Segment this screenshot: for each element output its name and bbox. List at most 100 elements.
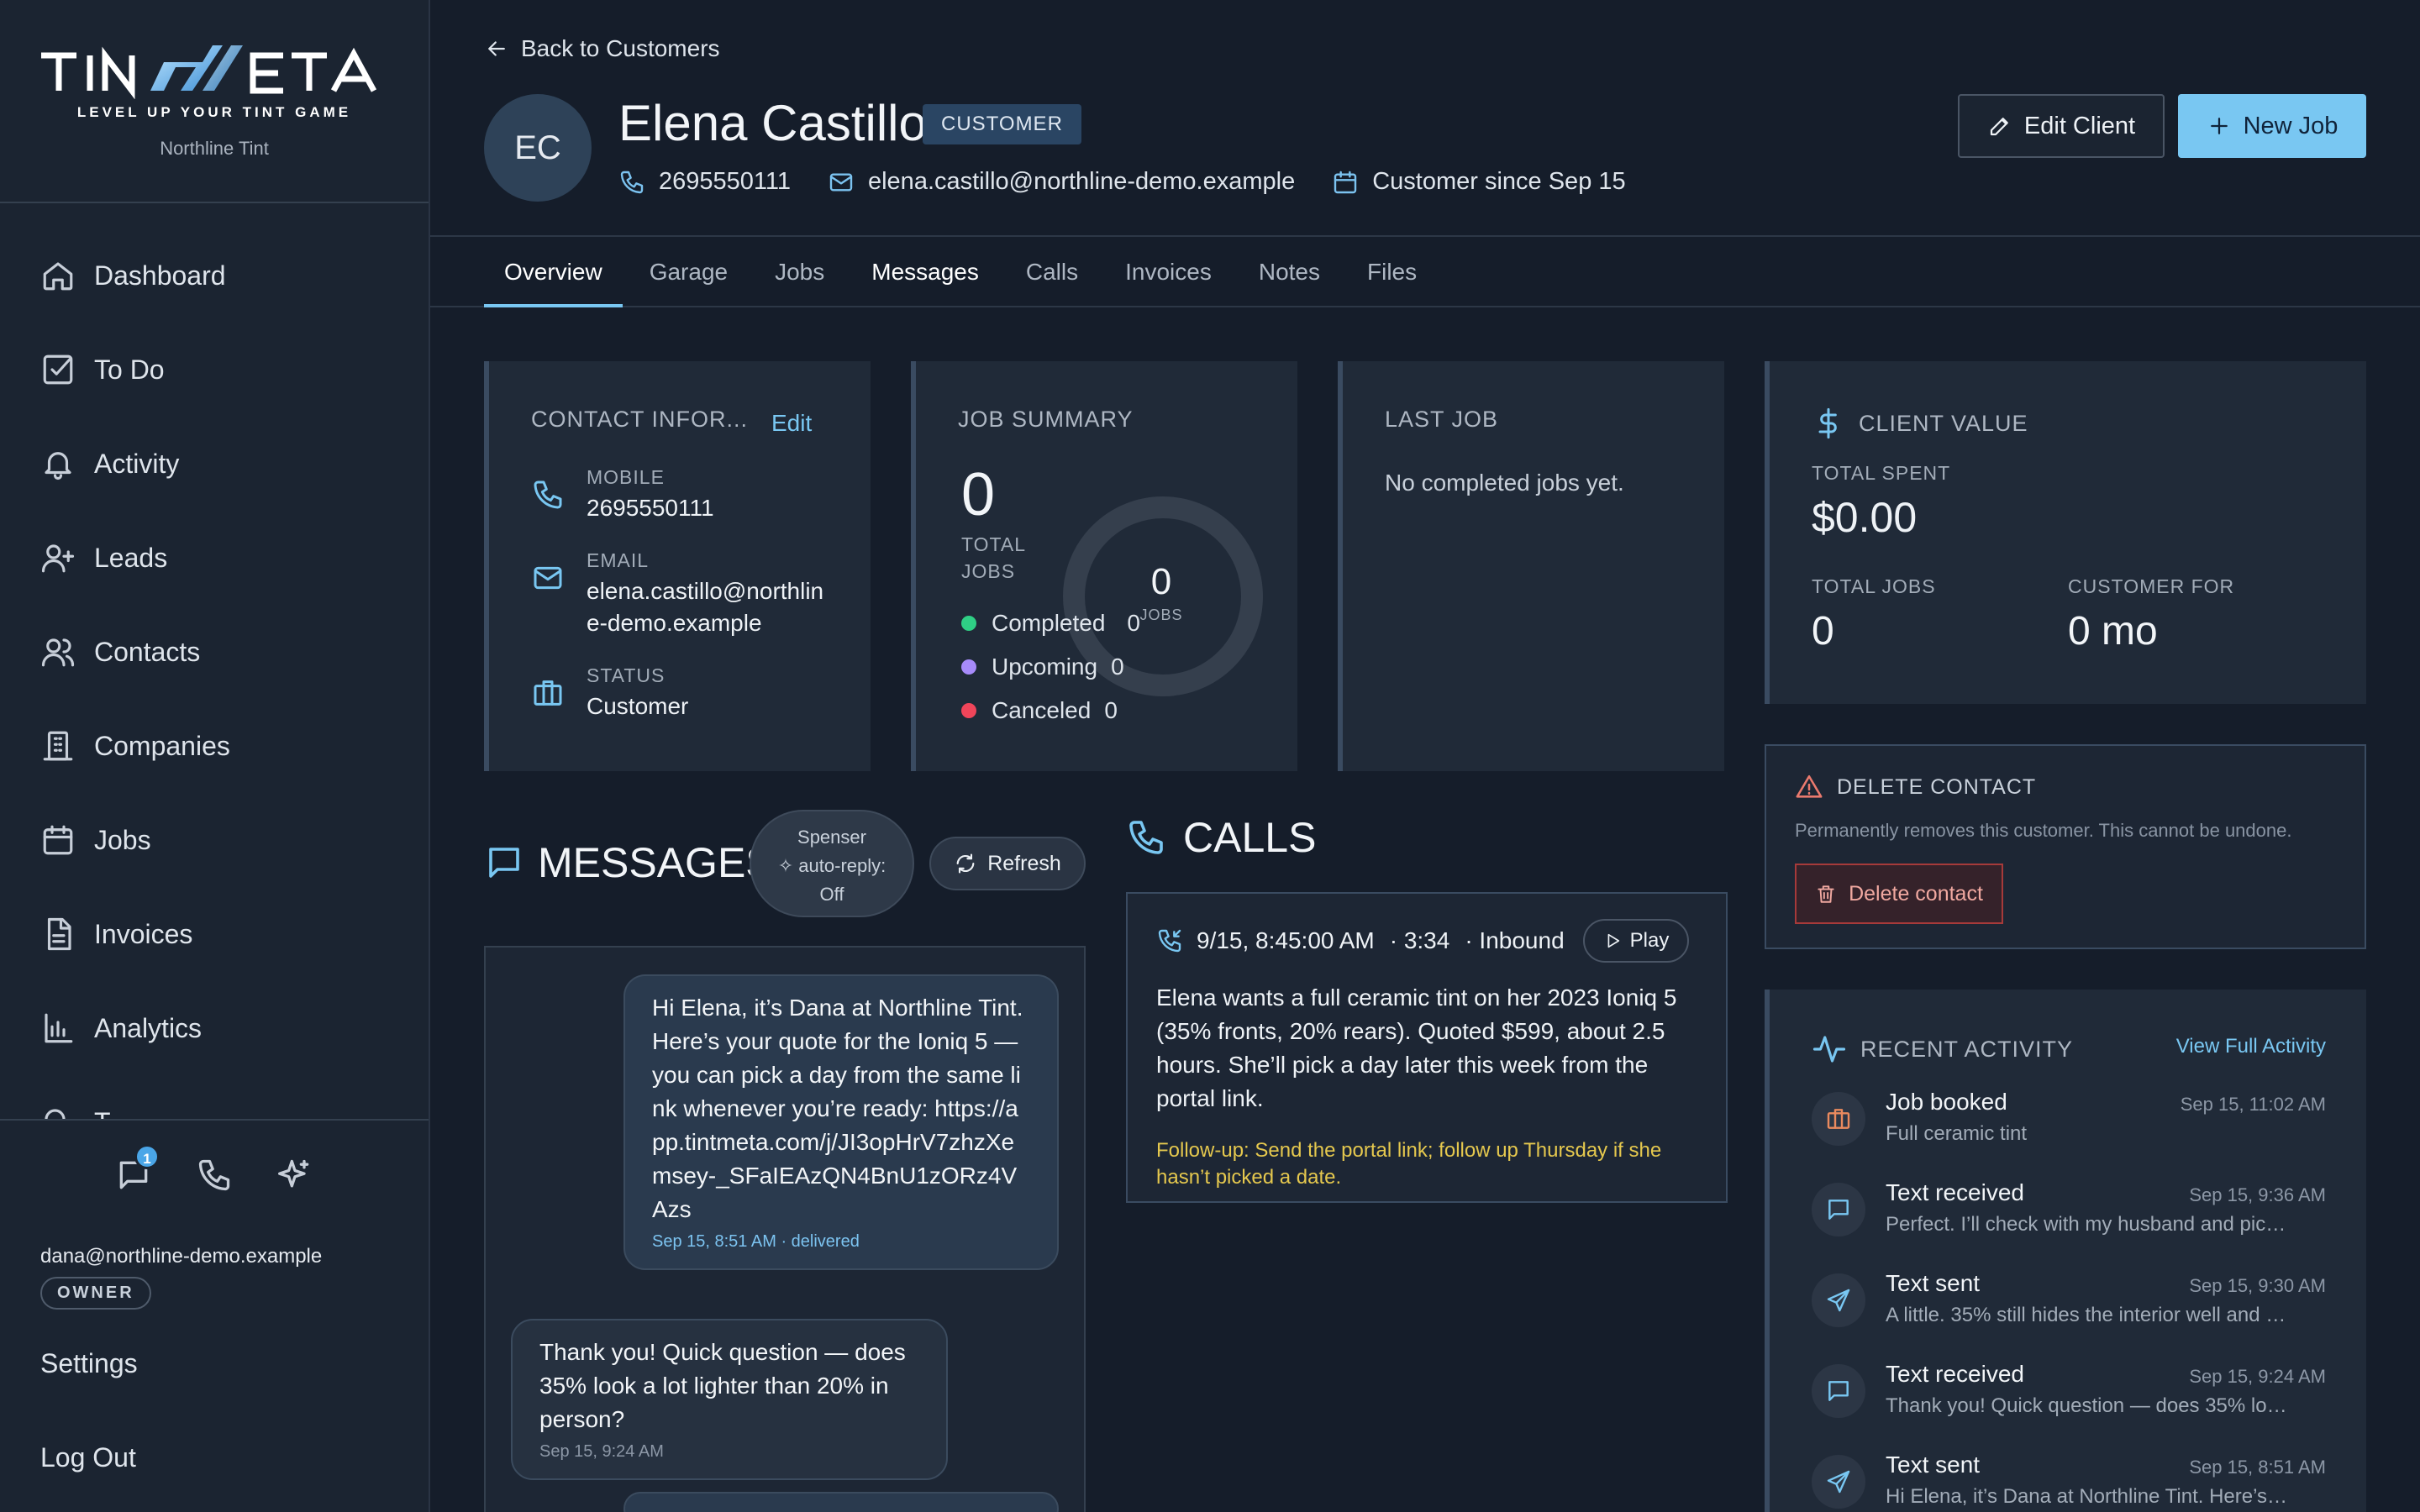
canceled-dot xyxy=(961,703,976,718)
delete-title: DELETE CONTACT xyxy=(1837,774,2037,799)
nav-label: Invoices xyxy=(94,918,193,949)
nav-label: Activity xyxy=(94,448,180,479)
message-thread[interactable]: Hi Elena, it’s Dana at Northline Tint. H… xyxy=(484,946,1086,1512)
tab-garage[interactable]: Garage xyxy=(629,237,748,306)
activity-item[interactable]: Job booked Full ceramic tint Sep 15, 11:… xyxy=(1812,1089,2326,1179)
delete-contact-card: DELETE CONTACT Permanently removes this … xyxy=(1765,744,2366,949)
nav-leads[interactable]: Leads xyxy=(0,511,429,605)
nav-companies[interactable]: Companies xyxy=(0,699,429,793)
edit-contact-link[interactable]: Edit xyxy=(771,410,812,437)
tab-overview[interactable]: Overview xyxy=(484,237,623,307)
ai-quick-button[interactable] xyxy=(274,1154,316,1196)
delete-contact-header: DELETE CONTACT xyxy=(1795,773,2336,801)
total-jobs-value: 0 xyxy=(1812,609,1834,654)
activity-time: Sep 15, 8:51 AM xyxy=(2189,1457,2326,1478)
edit-client-button[interactable]: Edit Client xyxy=(1958,94,2165,158)
send-icon xyxy=(1812,1455,1865,1509)
client-value-header: CLIENT VALUE xyxy=(1812,407,2324,440)
autoreply-toggle[interactable]: Spenser ✧ auto-reply: Off xyxy=(750,810,914,917)
activity-title: Text sent xyxy=(1886,1452,1981,1478)
tab-jobs[interactable]: Jobs xyxy=(755,237,844,306)
message-time: Sep 15, 8:51 AM · delivered xyxy=(652,1232,860,1251)
status-value: Customer xyxy=(587,693,689,719)
plus-icon xyxy=(2207,113,2232,139)
main-nav: Dashboard To Do Activity Leads Contacts … xyxy=(0,228,429,1119)
tab-messages[interactable]: Messages xyxy=(851,237,999,306)
activity-item[interactable]: Text received Perfect. I’ll check with m… xyxy=(1812,1179,2326,1270)
autoreply-line1: Spenser xyxy=(797,827,866,848)
tab-invoices[interactable]: Invoices xyxy=(1105,237,1232,306)
sparkles-icon xyxy=(274,1157,316,1194)
play-recording-button[interactable]: Play xyxy=(1582,919,1690,963)
tab-files[interactable]: Files xyxy=(1347,237,1437,306)
activity-subtitle: Thank you! Quick question — does 35% loo… xyxy=(1886,1394,2289,1417)
view-full-activity-link[interactable]: View Full Activity xyxy=(2176,1035,2326,1058)
briefcase-icon xyxy=(1812,1092,1865,1146)
call-duration: · 3:34 xyxy=(1389,927,1450,953)
home-icon xyxy=(40,258,76,293)
activity-item[interactable]: Text sent A little. 35% still hides the … xyxy=(1812,1270,2326,1361)
activity-time: Sep 15, 9:24 AM xyxy=(2189,1366,2326,1387)
nav-settings[interactable]: Settings xyxy=(0,1316,429,1410)
unread-badge: 1 xyxy=(134,1144,160,1169)
delete-contact-button[interactable]: Delete contact xyxy=(1795,864,2003,924)
call-followup: Follow-up: Send the portal link; follow … xyxy=(1156,1139,1662,1189)
email-value-line2: e-demo.example xyxy=(587,610,762,636)
delete-description: Permanently removes this customer. This … xyxy=(1795,820,2292,841)
email-row: EMAIL elena.castillo@northlin e-demo.exa… xyxy=(531,549,829,639)
nav-dashboard[interactable]: Dashboard xyxy=(0,228,429,323)
message-icon xyxy=(1812,1364,1865,1418)
recent-activity-card: RECENT ACTIVITY View Full Activity Job b… xyxy=(1765,990,2366,1512)
back-to-customers-link[interactable]: Back to Customers xyxy=(484,35,720,62)
nav-analytics[interactable]: Analytics xyxy=(0,981,429,1075)
activity-subtitle: Perfect. I’ll check with my husband and … xyxy=(1886,1213,2289,1236)
tab-notes[interactable]: Notes xyxy=(1239,237,1340,306)
new-job-label: New Job xyxy=(2243,112,2338,139)
customer-for-value: 0 mo xyxy=(2068,609,2158,654)
card-title: LAST JOB xyxy=(1385,407,1499,432)
nav-invoices[interactable]: Invoices xyxy=(0,887,429,981)
messages-quick-button[interactable]: 1 xyxy=(113,1144,160,1196)
nav-logout[interactable]: Log Out xyxy=(0,1410,429,1504)
client-tabs: Overview Garage Jobs Messages Calls Invo… xyxy=(430,235,2420,307)
bar-chart-icon xyxy=(40,1011,76,1046)
brand-tagline: LEVEL UP YOUR TINT GAME xyxy=(76,104,352,120)
nav-activity[interactable]: Activity xyxy=(0,417,429,511)
calendar-icon xyxy=(40,822,76,858)
quick-actions: 1 xyxy=(0,1144,429,1196)
phone-icon xyxy=(618,169,645,196)
nav-label: To Do xyxy=(94,354,165,385)
total-jobs-value: 0 xyxy=(961,461,996,528)
activity-title: Text received xyxy=(1886,1179,2024,1205)
nav-todo[interactable]: To Do xyxy=(0,323,429,417)
mobile-label: MOBILE xyxy=(587,466,665,488)
autoreply-line2: ✧ auto-reply: xyxy=(751,852,913,880)
total-jobs-stat: TOTAL JOBS 0 xyxy=(1812,575,2068,654)
partial-icon xyxy=(40,1105,76,1119)
sparkle-icon: ✧ xyxy=(777,855,799,876)
user-plus-icon xyxy=(40,540,76,575)
refresh-button[interactable]: Refresh xyxy=(929,837,1086,890)
nav-label: Log Out xyxy=(40,1441,136,1473)
nav-contacts[interactable]: Contacts xyxy=(0,605,429,699)
dollar-icon xyxy=(1812,407,1845,440)
activity-item[interactable]: Text received Thank you! Quick question … xyxy=(1812,1361,2326,1452)
nav-label: T xyxy=(94,1107,111,1120)
tab-calls[interactable]: Calls xyxy=(1006,237,1098,306)
client-email[interactable]: elena.castillo@northline-demo.example xyxy=(828,168,1295,196)
nav-partial[interactable]: T xyxy=(0,1075,429,1119)
activity-subtitle: Full ceramic tint xyxy=(1886,1122,2028,1145)
legend-label: Canceled xyxy=(992,697,1092,723)
avatar: EC xyxy=(484,94,592,202)
phone-quick-button[interactable] xyxy=(193,1154,235,1196)
client-name: Elena Castillo xyxy=(618,95,927,151)
activity-time: Sep 15, 9:36 AM xyxy=(2189,1184,2326,1205)
activity-item[interactable]: Text sent Hi Elena, it’s Dana at Northli… xyxy=(1812,1452,2326,1512)
customer-for-stat: CUSTOMER FOR 0 mo xyxy=(2068,575,2324,654)
new-job-button[interactable]: New Job xyxy=(2178,94,2366,158)
nav-jobs[interactable]: Jobs xyxy=(0,793,429,887)
activity-title: Text sent xyxy=(1886,1270,1981,1296)
client-phone[interactable]: 2695550111 xyxy=(618,168,791,196)
email-value-line1: elena.castillo@northlin xyxy=(587,578,824,604)
mail-icon xyxy=(828,169,855,196)
